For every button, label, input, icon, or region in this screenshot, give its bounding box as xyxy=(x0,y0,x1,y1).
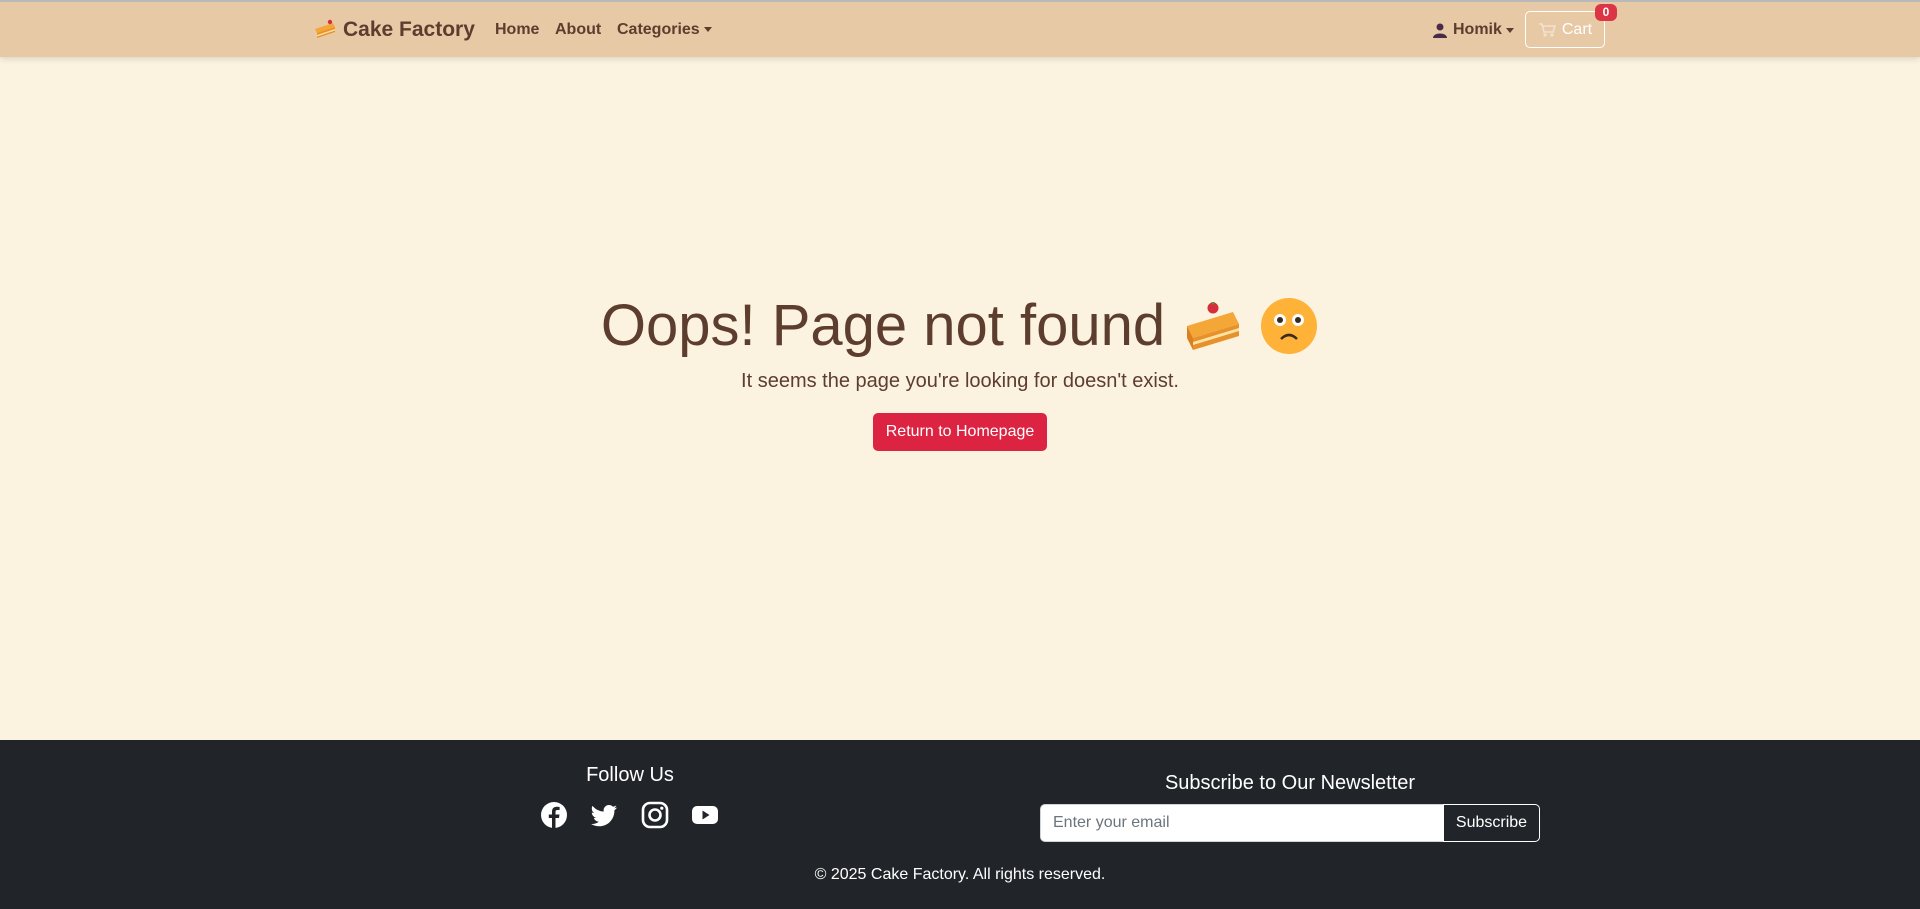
user-menu[interactable]: Homik xyxy=(1433,21,1514,39)
error-heading: Oops! Page not found xyxy=(0,291,1920,361)
cake-logo-icon xyxy=(315,19,335,38)
cart-count-badge: 0 xyxy=(1595,4,1617,21)
instagram-icon[interactable] xyxy=(641,801,669,829)
main-content: Oops! Page not found It seems the page y… xyxy=(0,57,1920,740)
confused-face-icon xyxy=(1261,298,1318,354)
user-name: Homik xyxy=(1453,21,1502,38)
return-home-button[interactable]: Return to Homepage xyxy=(873,413,1047,451)
nav-about[interactable]: About xyxy=(555,21,601,39)
copyright-text: © 2025 Cake Factory. All rights reserved… xyxy=(814,866,1106,883)
email-input[interactable] xyxy=(1040,804,1444,842)
brand-link[interactable]: Cake Factory xyxy=(313,18,475,42)
footer: Follow Us Subscribe to Our Newsletter Su… xyxy=(0,740,1920,909)
youtube-icon[interactable] xyxy=(691,801,719,829)
follow-us-heading: Follow Us xyxy=(586,764,674,786)
nav-categories[interactable]: Categories xyxy=(617,21,712,39)
cake-slice-icon xyxy=(1187,302,1240,350)
brand-name: Cake Factory xyxy=(343,18,475,41)
facebook-icon[interactable] xyxy=(540,801,568,829)
newsletter-heading: Subscribe to Our Newsletter xyxy=(1164,772,1416,794)
cart-label: Cart xyxy=(1561,20,1593,38)
nav-home[interactable]: Home xyxy=(495,21,539,39)
cart-icon xyxy=(1538,22,1556,37)
error-subtitle: It seems the page you're looking for doe… xyxy=(741,370,1179,392)
user-icon xyxy=(1433,23,1447,38)
categories-label: Categories xyxy=(617,21,700,38)
error-title-text: Oops! Page not found xyxy=(600,293,1166,358)
chevron-down-icon xyxy=(1505,27,1514,33)
subscribe-button[interactable]: Subscribe xyxy=(1443,804,1540,842)
navbar: Cake Factory Home About Categories Homik… xyxy=(0,0,1920,57)
chevron-down-icon xyxy=(703,27,712,33)
twitter-icon[interactable] xyxy=(590,801,618,829)
cart-button[interactable]: Cart xyxy=(1525,11,1605,48)
